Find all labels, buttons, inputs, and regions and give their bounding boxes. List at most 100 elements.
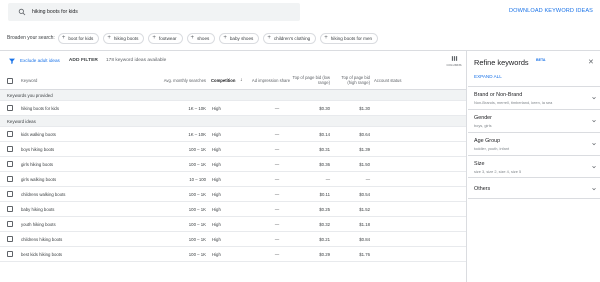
refine-group-age[interactable]: Age Group toddler, youth, infant bbox=[468, 132, 600, 155]
refine-group-title: Age Group bbox=[474, 138, 501, 144]
table-row[interactable]: boys hiking boots 100 – 1K High — $0.31 $1.39 bbox=[0, 142, 466, 157]
plus-icon: + bbox=[190, 35, 195, 41]
sort-down-icon[interactable]: ↓ bbox=[240, 72, 246, 90]
chip-label: hiking boots for men bbox=[330, 35, 373, 41]
searches-cell: 100 – 1K bbox=[188, 252, 206, 257]
col-ad-impression-share[interactable]: Ad impression share bbox=[250, 72, 292, 90]
row-checkbox[interactable] bbox=[7, 146, 13, 152]
refine-group-title: Size bbox=[474, 161, 485, 167]
searches-cell: 100 – 1K bbox=[188, 222, 206, 227]
col-avg-monthly-searches[interactable]: Avg. monthly searches bbox=[120, 72, 206, 90]
keyword-cell: childrens hiking boots bbox=[21, 237, 63, 242]
competition-cell: High bbox=[212, 147, 221, 152]
broaden-chip[interactable]: + boot for kids bbox=[57, 32, 100, 44]
table-row[interactable]: girls walking boots 10 – 100 High — — — bbox=[0, 172, 466, 187]
panel-divider bbox=[466, 51, 467, 282]
refine-group-gender[interactable]: Gender boys, girls bbox=[468, 109, 600, 132]
searches-cell: 1K – 10K bbox=[188, 106, 206, 111]
refine-group-summary: Non-Brands, merrell, timberland, keen, l… bbox=[474, 100, 553, 105]
section-keywords-provided: Keywords you provided bbox=[0, 90, 466, 101]
row-checkbox[interactable] bbox=[7, 206, 13, 212]
divider bbox=[0, 50, 600, 51]
keyword-cell: hiking boots for kids bbox=[21, 106, 59, 111]
filter-icon[interactable] bbox=[8, 57, 16, 65]
refine-group-brand[interactable]: Brand or Non-Brand Non-Brands, merrell, … bbox=[468, 86, 600, 109]
select-all-checkbox[interactable] bbox=[7, 78, 13, 84]
share-cell: — bbox=[274, 132, 280, 137]
searches-cell: 1K – 10K bbox=[188, 132, 206, 137]
col-keyword[interactable]: Keyword bbox=[21, 72, 101, 90]
beta-badge: BETA bbox=[536, 58, 546, 62]
refine-group-title: Gender bbox=[474, 115, 492, 121]
refine-group-others[interactable]: Others bbox=[468, 177, 600, 199]
share-cell: — bbox=[274, 237, 280, 242]
share-cell: — bbox=[274, 147, 280, 152]
plus-icon: + bbox=[61, 35, 66, 41]
competition-cell: High bbox=[212, 252, 221, 257]
row-checkbox[interactable] bbox=[7, 161, 13, 167]
table-row[interactable]: best kids hiking boots 100 – 1K High — $0.29… bbox=[0, 247, 466, 262]
bid-low-cell: $0.31 bbox=[319, 147, 330, 152]
close-icon[interactable]: ✕ bbox=[588, 59, 594, 66]
columns-button[interactable]: COLUMNS bbox=[444, 55, 464, 68]
columns-icon bbox=[451, 56, 457, 61]
bid-high-cell: $1.30 bbox=[359, 106, 370, 111]
broaden-chip[interactable]: + baby shoes bbox=[219, 32, 260, 44]
bid-high-cell: $0.54 bbox=[359, 192, 370, 197]
table-row[interactable]: childrens walking boots 100 – 1K High — $0.1… bbox=[0, 187, 466, 202]
table-row[interactable]: childrens hiking boots 100 – 1K High — $0.21… bbox=[0, 232, 466, 247]
col-bid-low[interactable]: Top of page bid (low range) bbox=[292, 72, 330, 90]
keyword-cell: best kids hiking boots bbox=[21, 252, 63, 257]
row-checkbox[interactable] bbox=[7, 236, 13, 242]
exclude-adult-ideas-filter[interactable]: Exclude adult ideas bbox=[20, 58, 60, 63]
download-keyword-ideas-link[interactable]: DOWNLOAD KEYWORD IDEAS bbox=[509, 8, 593, 14]
table-row[interactable]: hiking boots for kids 1K – 10K High — $0… bbox=[0, 101, 466, 116]
row-checkbox[interactable] bbox=[7, 105, 13, 111]
broaden-chip[interactable]: + hiking boots for men bbox=[320, 32, 379, 44]
refine-group-size[interactable]: Size size 3, size 2, size 4, size 5 bbox=[468, 155, 600, 177]
row-checkbox[interactable] bbox=[7, 251, 13, 257]
chip-label: footwear bbox=[158, 35, 177, 41]
bid-high-cell: $1.52 bbox=[359, 207, 370, 212]
share-cell: — bbox=[274, 162, 280, 167]
table-row[interactable]: girls hiking boots 100 – 1K High — $0.36 $1.5… bbox=[0, 157, 466, 172]
filter-bar: Exclude adult ideas ADD FILTER 178 keywo… bbox=[0, 53, 466, 68]
broaden-chip[interactable]: + footwear bbox=[148, 32, 183, 44]
table-row[interactable]: baby hiking boots 100 – 1K High — $0.25 $1.52 bbox=[0, 202, 466, 217]
table-row[interactable]: youth hiking boots 100 – 1K High — $0.32 $1.1… bbox=[0, 217, 466, 232]
search-input[interactable]: hiking boots for kids bbox=[8, 3, 300, 21]
broaden-chip[interactable]: + hiking boots bbox=[103, 32, 145, 44]
add-filter-button[interactable]: ADD FILTER bbox=[69, 58, 98, 63]
section-keyword-ideas: Keyword ideas bbox=[0, 116, 466, 127]
row-checkbox[interactable] bbox=[7, 131, 13, 137]
keyword-cell: baby hiking boots bbox=[21, 207, 55, 212]
expand-all-link[interactable]: EXPAND ALL bbox=[474, 74, 502, 79]
chip-label: children's clothing bbox=[273, 35, 311, 41]
row-checkbox[interactable] bbox=[7, 191, 13, 197]
broaden-chip[interactable]: + shoes bbox=[186, 32, 216, 44]
keyword-cell: girls hiking boots bbox=[21, 162, 54, 167]
bid-low-cell: $0.30 bbox=[319, 106, 330, 111]
competition-cell: High bbox=[212, 222, 221, 227]
col-bid-high[interactable]: Top of page bid (high range) bbox=[332, 72, 370, 90]
bid-low-cell: $0.21 bbox=[319, 237, 330, 242]
bid-low-cell: $0.29 bbox=[319, 252, 330, 257]
keyword-cell: youth hiking boots bbox=[21, 222, 56, 227]
competition-cell: High bbox=[212, 162, 221, 167]
plus-icon: + bbox=[107, 35, 111, 41]
chevron-down-icon bbox=[592, 166, 596, 169]
col-account-status[interactable]: Account status bbox=[374, 72, 434, 90]
refine-title: Refine keywords bbox=[474, 58, 529, 67]
chip-label: shoes bbox=[197, 35, 210, 41]
search-query: hiking boots for kids bbox=[32, 9, 78, 15]
bid-low-cell: $0.11 bbox=[319, 192, 330, 197]
row-checkbox[interactable] bbox=[7, 221, 13, 227]
broaden-chip[interactable]: + children's clothing bbox=[263, 32, 317, 44]
row-checkbox[interactable] bbox=[7, 176, 13, 182]
col-competition[interactable]: Competition bbox=[211, 72, 241, 90]
top-bar: hiking boots for kids DOWNLOAD KEYWORD I… bbox=[0, 0, 600, 24]
table-row[interactable]: kids walking boots 1K – 10K High — $0.14 $0.6… bbox=[0, 127, 466, 142]
chip-label: baby shoes bbox=[229, 35, 254, 41]
keyword-cell: kids walking boots bbox=[21, 132, 56, 137]
searches-cell: 100 – 1K bbox=[188, 237, 206, 242]
